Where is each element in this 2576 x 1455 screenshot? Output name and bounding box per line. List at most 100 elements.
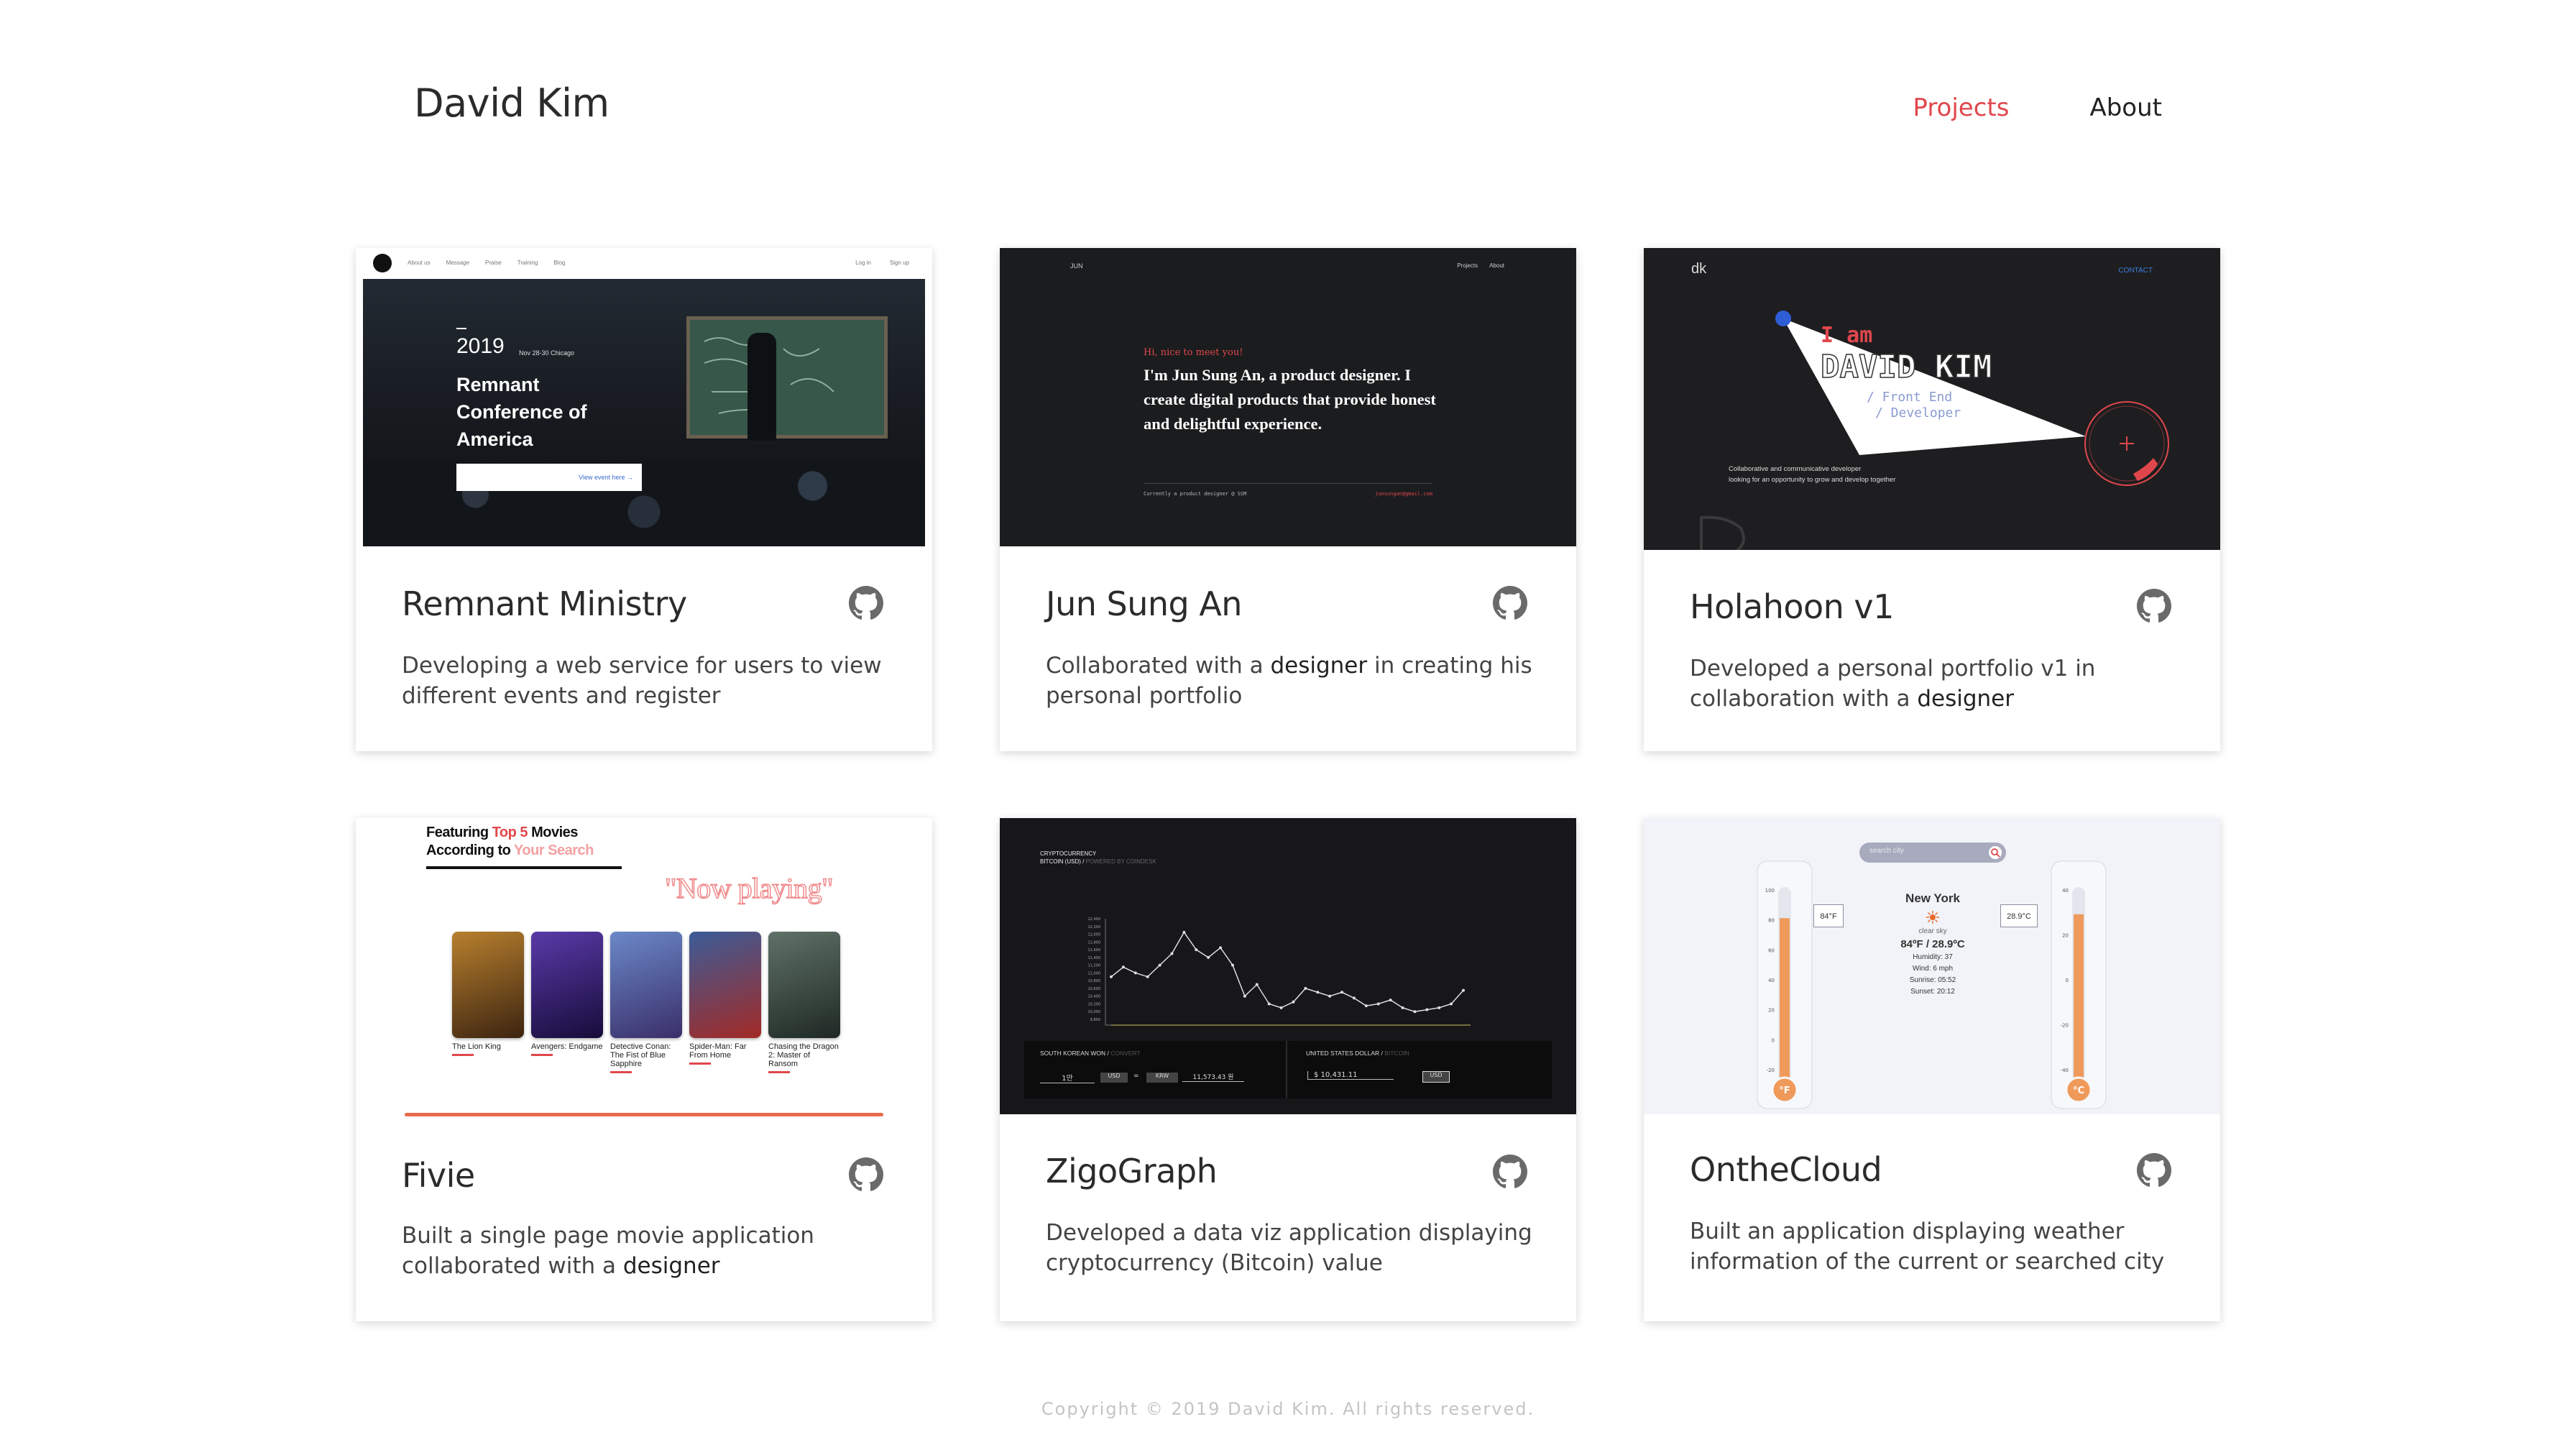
data-point[interactable] bbox=[1267, 1002, 1271, 1006]
data-point[interactable] bbox=[1230, 963, 1234, 967]
data-point[interactable] bbox=[1376, 1002, 1380, 1006]
data-point[interactable] bbox=[1389, 999, 1392, 1002]
movie-poster bbox=[452, 932, 524, 1038]
converted-value: 11,573.43 원 bbox=[1182, 1072, 1244, 1082]
nav-projects[interactable]: Projects bbox=[1913, 93, 2009, 122]
data-point[interactable] bbox=[1450, 1002, 1453, 1006]
currency-select[interactable]: USD bbox=[1100, 1073, 1128, 1083]
data-point[interactable] bbox=[1170, 952, 1174, 955]
thumb-hero-photo: 2019 Nov 28-30 Chicago Remnant Conferenc… bbox=[363, 279, 925, 546]
tick-label: 40 bbox=[1768, 978, 1775, 983]
panel-label-dim: CONVERT bbox=[1110, 1050, 1141, 1057]
data-point[interactable] bbox=[1146, 975, 1149, 978]
project-card-zigograph[interactable]: CRYPTOCURRENCY BITCOIN (USD) / POWERED B… bbox=[1000, 818, 1576, 1321]
movie-poster-item: Spider-Man: Far From Home bbox=[689, 932, 761, 1073]
data-point[interactable] bbox=[1401, 1006, 1404, 1009]
movie-rating bbox=[768, 1071, 790, 1073]
panel-divider bbox=[1286, 1041, 1287, 1098]
tick-label: -20 bbox=[2061, 1023, 2069, 1029]
y-tick-label: 10,000 bbox=[1088, 1010, 1101, 1014]
humidity: Humidity: 37 bbox=[1913, 953, 1953, 961]
data-point[interactable] bbox=[1182, 930, 1186, 934]
description-text: Collaborated with a bbox=[1046, 653, 1271, 679]
tick-label: 20 bbox=[2062, 933, 2069, 939]
project-screenshot[interactable]: search city °F 100 80 60 40 20 0 -20 °C 40 20 0 -20-… bbox=[1644, 818, 2220, 1114]
y-tick-label: 12,200 bbox=[1088, 925, 1101, 930]
github-icon[interactable] bbox=[849, 586, 883, 620]
y-tick-label: 10,200 bbox=[1088, 1002, 1101, 1006]
data-point[interactable] bbox=[1121, 965, 1125, 969]
data-point[interactable] bbox=[1255, 983, 1259, 986]
nav-about[interactable]: About bbox=[2089, 93, 2162, 122]
data-point[interactable] bbox=[1438, 1006, 1441, 1009]
main-nav: Projects About bbox=[1913, 93, 2162, 122]
weather-details: Humidity: 37 Wind: 6 mph Sunrise: 05:52 … bbox=[1859, 952, 2006, 998]
thumb-logo-icon bbox=[373, 254, 392, 272]
thumb-blurb: Collaborative and communicative develope… bbox=[1729, 464, 1895, 485]
project-screenshot[interactable]: Featuring Top 5 Movies According to Your… bbox=[356, 818, 932, 1116]
data-point[interactable] bbox=[1352, 996, 1356, 1000]
data-point[interactable] bbox=[1219, 946, 1223, 950]
github-icon[interactable] bbox=[2137, 1153, 2171, 1188]
data-point[interactable] bbox=[1158, 963, 1162, 967]
divider bbox=[1144, 483, 1432, 484]
data-point[interactable] bbox=[1462, 988, 1465, 992]
data-point[interactable] bbox=[1292, 1000, 1295, 1004]
data-point[interactable] bbox=[1304, 986, 1307, 990]
blurb-line: looking for an opportunity to grow and d… bbox=[1729, 476, 1896, 484]
project-card-fivie[interactable]: Featuring Top 5 Movies According to Your… bbox=[356, 818, 932, 1321]
data-point[interactable] bbox=[1328, 994, 1332, 998]
usd-value[interactable]: $ 10,431.11 bbox=[1307, 1071, 1394, 1080]
project-card-holahoon-v1[interactable]: dk CONTACT I am DAVID KIM / Front End / … bbox=[1644, 248, 2220, 751]
site-brand[interactable]: David Kim bbox=[414, 81, 610, 126]
movie-poster-item: The Lion King bbox=[452, 932, 524, 1073]
project-card-remnant-ministry[interactable]: About us Message Praise Training Blog Lo… bbox=[356, 248, 932, 751]
role-line: / Developer bbox=[1875, 405, 1961, 421]
data-point[interactable] bbox=[1195, 948, 1198, 952]
thumb-greeting: Hi, nice to meet you! bbox=[1144, 347, 1243, 358]
project-title: ZigoGraph bbox=[1046, 1152, 1218, 1190]
currency-select[interactable]: USD bbox=[1422, 1071, 1450, 1083]
github-icon[interactable] bbox=[1493, 586, 1527, 620]
fahrenheit-reading: 84°F bbox=[1813, 904, 1844, 927]
currency-select[interactable]: KRW bbox=[1146, 1073, 1178, 1083]
converter-panel: SOUTH KOREAN WON / CONVERT UNITED STATES… bbox=[1024, 1041, 1552, 1098]
panel-label-text: UNITED STATES DOLLAR / bbox=[1306, 1050, 1385, 1057]
description-highlight: designer bbox=[1270, 653, 1368, 679]
data-point[interactable] bbox=[1279, 1006, 1283, 1009]
fahrenheit-thermometer: °F 100 80 60 40 20 0 -20 bbox=[1757, 860, 1813, 1109]
tick-label: 0 bbox=[1772, 1037, 1775, 1043]
y-tick-label: 11,400 bbox=[1088, 956, 1101, 960]
project-screenshot[interactable]: dk CONTACT I am DAVID KIM / Front End / … bbox=[1644, 248, 2220, 550]
data-point[interactable] bbox=[1340, 991, 1344, 994]
thumb-login: Log in bbox=[855, 260, 871, 266]
data-point[interactable] bbox=[1364, 1004, 1368, 1008]
view-event-button: View event here → bbox=[456, 464, 642, 491]
movie-poster-item: Chasing the Dragon 2: Master of Ransom bbox=[768, 932, 840, 1073]
temperature: 84ºF / 28.9ºC bbox=[1900, 938, 1965, 950]
data-point[interactable] bbox=[1243, 994, 1246, 998]
project-screenshot[interactable]: CRYPTOCURRENCY BITCOIN (USD) / POWERED B… bbox=[1000, 818, 1576, 1114]
data-point[interactable] bbox=[1110, 975, 1113, 978]
project-card-onthecloud[interactable]: search city °F 100 80 60 40 20 0 -20 °C 40 20 0 -20-… bbox=[1644, 818, 2220, 1321]
data-point[interactable] bbox=[1413, 1010, 1417, 1014]
movie-rating bbox=[531, 1054, 553, 1056]
now-playing-label: "Now playing" bbox=[664, 871, 834, 905]
y-tick-label: 9,800 bbox=[1090, 1018, 1100, 1022]
description-text: Developing a web service for users to vi… bbox=[402, 653, 882, 709]
data-point[interactable] bbox=[1316, 991, 1320, 994]
project-screenshot[interactable]: About us Message Praise Training Blog Lo… bbox=[356, 248, 932, 546]
project-card-jun-sung-an[interactable]: JUN Projects About Hi, nice to meet you!… bbox=[1000, 248, 1576, 751]
github-icon[interactable] bbox=[1493, 1155, 1527, 1189]
tick-label: 20 bbox=[1768, 1008, 1775, 1014]
project-screenshot[interactable]: JUN Projects About Hi, nice to meet you!… bbox=[1000, 248, 1576, 546]
movie-title: Avengers: Endgame bbox=[531, 1042, 603, 1051]
data-point[interactable] bbox=[1425, 1008, 1429, 1011]
data-point[interactable] bbox=[1207, 955, 1210, 959]
github-icon[interactable] bbox=[849, 1157, 883, 1192]
audience bbox=[363, 460, 925, 546]
krw-amount-input[interactable]: 1만 bbox=[1040, 1072, 1095, 1083]
data-point[interactable] bbox=[1133, 971, 1137, 975]
thumb-nav-item: Projects bbox=[1457, 262, 1478, 269]
github-icon[interactable] bbox=[2137, 589, 2171, 623]
